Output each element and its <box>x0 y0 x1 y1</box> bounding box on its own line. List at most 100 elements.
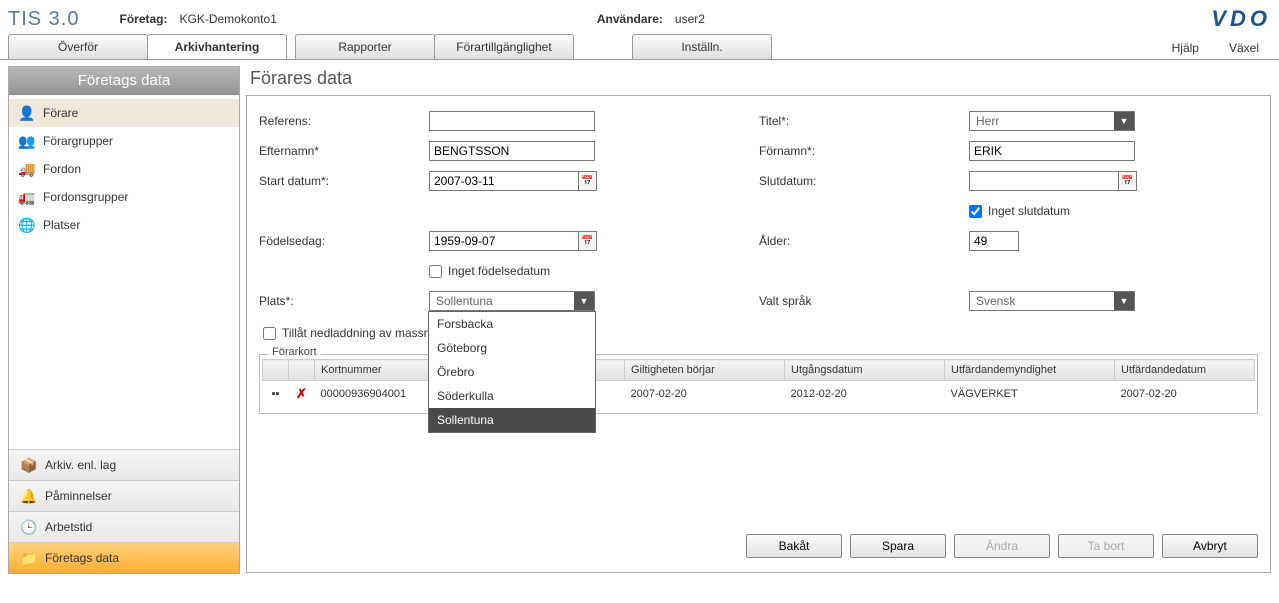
startdate-input[interactable] <box>429 171 579 191</box>
place-option[interactable]: Sollentuna <box>429 408 595 432</box>
birthday-input[interactable] <box>429 231 579 251</box>
vehicle-icon: 🚚 <box>19 161 35 177</box>
sidebar-item-label: Fordonsgrupper <box>43 190 128 204</box>
calendar-icon[interactable]: 📅 <box>579 171 597 191</box>
reference-input[interactable] <box>429 111 595 131</box>
place-selected: Sollentuna <box>430 294 574 308</box>
col-valid-from[interactable]: Giltigheten börjar <box>625 360 785 381</box>
group-icon: 👥 <box>19 133 35 149</box>
language-select[interactable]: Svensk ▼ <box>969 291 1135 311</box>
tab-rapporter[interactable]: Rapporter <box>295 34 435 59</box>
save-button[interactable]: Spara <box>850 534 946 558</box>
company-label: Företag: <box>119 12 167 26</box>
chevron-down-icon[interactable]: ▼ <box>574 292 594 310</box>
cell-issue-date: 2007-02-20 <box>1115 381 1255 408</box>
place-option[interactable]: Örebro <box>429 360 595 384</box>
place-dropdown: Forsbacka Göteborg Örebro Söderkulla Sol… <box>428 311 596 433</box>
place-label: Plats*: <box>259 294 429 308</box>
button-row: Bakåt Spara Ändra Ta bort Avbryt <box>259 524 1258 558</box>
delete-icon[interactable]: ✗ <box>296 386 307 401</box>
sidebar-bottom-foretagsdata[interactable]: 📁 Företags data <box>9 542 239 573</box>
edit-button[interactable]: Ändra <box>954 534 1050 558</box>
table-row[interactable]: ▪▪ ✗ 00000936904001 2007-02-20 2012-02-2… <box>263 381 1255 408</box>
no-birthdate-label: Inget födelsedatum <box>448 264 550 278</box>
title-select[interactable]: Herr ▼ <box>969 111 1135 131</box>
sidebar-item-forargrupper[interactable]: 👥 Förargrupper <box>9 127 239 155</box>
tab-forartillganglighet[interactable]: Förartillgänglighet <box>434 34 574 59</box>
delete-button[interactable]: Ta bort <box>1058 534 1154 558</box>
sidebar-item-label: Förargrupper <box>43 134 113 148</box>
sidebar-item-forare[interactable]: 👤 Förare <box>9 99 239 127</box>
vdo-logo: VDO <box>1211 6 1271 32</box>
sidebar-item-label: Platser <box>43 218 80 232</box>
no-enddate-label: Inget slutdatum <box>988 204 1070 218</box>
tab-arkivhantering[interactable]: Arkivhantering <box>147 34 287 59</box>
place-option[interactable]: Göteborg <box>429 336 595 360</box>
cell-valid-from: 2007-02-20 <box>625 381 785 408</box>
user-label: Användare: <box>597 12 663 26</box>
content: Förares data Referens: Titel*: Herr ▼ <box>246 66 1271 574</box>
cancel-button[interactable]: Avbryt <box>1162 534 1258 558</box>
lastname-input[interactable] <box>429 141 595 161</box>
cell-expiry: 2012-02-20 <box>785 381 945 408</box>
enddate-label: Slutdatum: <box>759 174 969 188</box>
tab-overfor[interactable]: Överför <box>8 34 148 59</box>
archive-icon: 📦 <box>21 457 37 473</box>
place-option[interactable]: Söderkulla <box>429 384 595 408</box>
lastname-label: Efternamn* <box>259 144 429 158</box>
language-label: Valt språk <box>759 294 969 308</box>
title-label: Titel*: <box>759 114 969 128</box>
place-option[interactable]: Forsbacka <box>429 312 595 336</box>
sidebar-bottom-label: Företags data <box>45 551 119 565</box>
sidebar-bottom-label: Arkiv. enl. lag <box>45 458 116 472</box>
globe-icon: 🌐 <box>19 217 35 233</box>
vehicle-group-icon: 🚛 <box>19 189 35 205</box>
driver-card-table: Kortnummer Giltigheten börjar Utgångsdat… <box>262 359 1255 407</box>
card-icon: ▪▪ <box>272 388 280 400</box>
no-enddate-checkbox[interactable] <box>969 205 982 218</box>
sidebar-item-fordonsgrupper[interactable]: 🚛 Fordonsgrupper <box>9 183 239 211</box>
language-selected: Svensk <box>970 294 1114 308</box>
content-title: Förares data <box>246 66 1271 95</box>
sidebar-item-fordon[interactable]: 🚚 Fordon <box>9 155 239 183</box>
calendar-icon[interactable]: 📅 <box>579 231 597 251</box>
sidebar-bottom-label: Påminnelser <box>45 489 112 503</box>
allow-download-checkbox[interactable] <box>263 327 276 340</box>
tab-installn[interactable]: Inställn. <box>632 34 772 59</box>
person-icon: 👤 <box>19 105 35 121</box>
sidebar-item-platser[interactable]: 🌐 Platser <box>9 211 239 239</box>
chevron-down-icon[interactable]: ▼ <box>1114 292 1134 310</box>
sidebar-bottom-paminnelser[interactable]: 🔔 Påminnelser <box>9 480 239 511</box>
driver-card-fieldset: Förarkort Kortnummer Giltigheten börjar … <box>259 354 1258 414</box>
col-issue-date[interactable]: Utfärdandedatum <box>1115 360 1255 381</box>
enddate-input[interactable] <box>969 171 1119 191</box>
reference-label: Referens: <box>259 114 429 128</box>
help-link[interactable]: Hjälp <box>1172 41 1199 55</box>
clock-icon: 🕒 <box>21 519 37 535</box>
menu-bar: Överför Arkivhantering Rapporter Förarti… <box>0 34 1279 60</box>
form-panel: Referens: Titel*: Herr ▼ Efternamn* <box>246 95 1271 573</box>
allow-download-label: Tillåt nedladdning av massn <box>282 326 430 340</box>
birthday-label: Födelsedag: <box>259 234 429 248</box>
firstname-input[interactable] <box>969 141 1135 161</box>
chevron-down-icon[interactable]: ▼ <box>1114 112 1134 130</box>
firstname-label: Förnamn*: <box>759 144 969 158</box>
col-authority[interactable]: Utfärdandemyndighet <box>945 360 1115 381</box>
switch-link[interactable]: Växel <box>1229 41 1259 55</box>
col-expiry[interactable]: Utgångsdatum <box>785 360 945 381</box>
user-value: user2 <box>675 12 705 26</box>
folder-icon: 📁 <box>21 550 37 566</box>
sidebar: Företags data 👤 Förare 👥 Förargrupper 🚚 … <box>8 66 240 574</box>
sidebar-bottom-arbetstid[interactable]: 🕒 Arbetstid <box>9 511 239 542</box>
calendar-icon[interactable]: 📅 <box>1119 171 1137 191</box>
place-select[interactable]: Sollentuna ▼ Forsbacka Göteborg Örebro S… <box>429 291 595 311</box>
top-bar: TIS 3.0 Företag: KGK-Demokonto1 Användar… <box>0 0 1279 34</box>
title-selected: Herr <box>970 114 1114 128</box>
sidebar-title: Företags data <box>9 67 239 95</box>
reminder-icon: 🔔 <box>21 488 37 504</box>
sidebar-item-label: Förare <box>43 106 78 120</box>
back-button[interactable]: Bakåt <box>746 534 842 558</box>
age-input[interactable] <box>969 231 1019 251</box>
no-birthdate-checkbox[interactable] <box>429 265 442 278</box>
sidebar-bottom-arkiv[interactable]: 📦 Arkiv. enl. lag <box>9 449 239 480</box>
